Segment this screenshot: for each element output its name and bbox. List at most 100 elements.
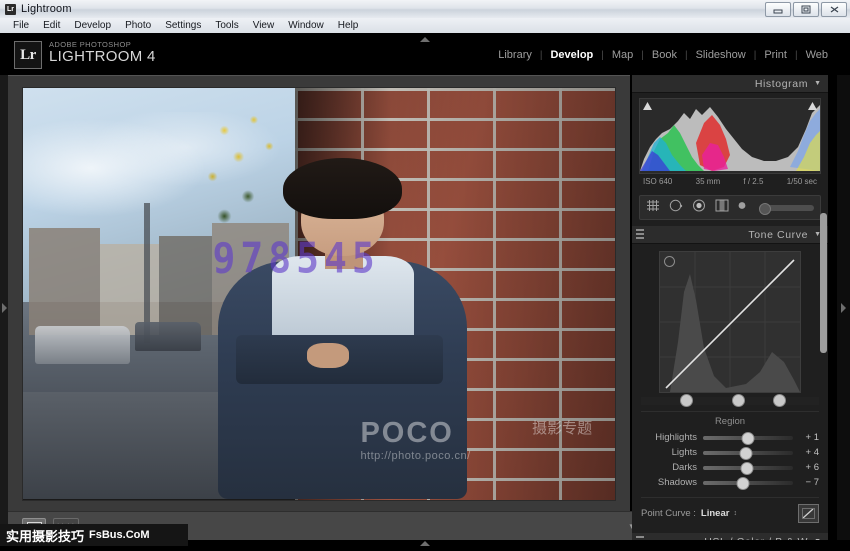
slider-label: Lights bbox=[641, 447, 703, 458]
top-bar: Lr ADOBE PHOTOSHOP LIGHTROOM 4 Library |… bbox=[0, 33, 850, 75]
range-splitter-highlights[interactable] bbox=[773, 394, 786, 407]
left-panel-collapse[interactable] bbox=[0, 75, 8, 540]
slider-track[interactable] bbox=[703, 466, 793, 470]
point-curve-dropdown-icon[interactable]: ↕ bbox=[733, 510, 737, 517]
point-curve-row: Point Curve : Linear ↕ bbox=[641, 497, 819, 523]
graduated-filter-icon[interactable] bbox=[715, 199, 729, 217]
poco-watermark-cn: 摄影专题 bbox=[532, 417, 592, 438]
fsbus-watermark: 实用摄影技巧 FsBus.CoM bbox=[0, 524, 188, 546]
slider-value: + 4 bbox=[793, 447, 819, 458]
histogram-graph[interactable] bbox=[639, 98, 821, 174]
hsl-panel-header[interactable]: HSL / Color / B & W ▼ bbox=[632, 533, 828, 540]
module-slideshow[interactable]: Slideshow bbox=[688, 49, 754, 61]
menu-help[interactable]: Help bbox=[331, 19, 366, 33]
identity-line2: LIGHTROOM 4 bbox=[49, 49, 156, 65]
maximize-icon bbox=[801, 5, 811, 14]
window-title: Lightroom bbox=[21, 3, 72, 15]
crop-overlay-icon[interactable] bbox=[646, 199, 660, 217]
menu-photo[interactable]: Photo bbox=[118, 19, 158, 33]
collapse-top-panel-arrow[interactable] bbox=[417, 35, 433, 43]
minimize-button[interactable] bbox=[765, 2, 791, 17]
tone-curve-panel-header[interactable]: Tone Curve ▼ bbox=[632, 226, 828, 244]
photo-car bbox=[35, 326, 130, 363]
range-splitter-midtones[interactable] bbox=[732, 394, 745, 407]
window-buttons bbox=[763, 2, 847, 17]
module-library[interactable]: Library bbox=[490, 49, 540, 61]
slider-shadows[interactable]: Shadows − 7 bbox=[641, 475, 819, 490]
menu-edit[interactable]: Edit bbox=[36, 19, 67, 33]
photo-building bbox=[29, 228, 100, 335]
slider-value: + 6 bbox=[793, 462, 819, 473]
module-print[interactable]: Print bbox=[756, 49, 795, 61]
brush-size-slider[interactable] bbox=[759, 205, 814, 211]
tone-curve-body: Region Highlights + 1 Lights + 4 Darks bbox=[632, 244, 828, 528]
spot-removal-icon[interactable] bbox=[669, 199, 683, 217]
close-button[interactable] bbox=[821, 2, 847, 17]
menu-develop[interactable]: Develop bbox=[67, 19, 118, 33]
chevron-down-icon[interactable]: ▼ bbox=[814, 80, 821, 87]
tone-curve-switch-icon[interactable] bbox=[636, 229, 644, 239]
chevron-up-icon bbox=[420, 541, 430, 546]
slider-track[interactable] bbox=[703, 481, 793, 485]
curve-edit-icon[interactable] bbox=[798, 504, 819, 523]
photo-preview[interactable]: 978545 POCO http://photo.poco.cn/ 摄影专题 bbox=[23, 88, 615, 500]
chevron-right-icon bbox=[841, 303, 846, 313]
shadow-clipping-indicator-icon[interactable] bbox=[642, 101, 653, 112]
menu-window[interactable]: Window bbox=[281, 19, 331, 33]
maximize-button[interactable] bbox=[793, 2, 819, 17]
slider-label: Highlights bbox=[641, 432, 703, 443]
metadata-shutter-speed: 1/50 sec bbox=[787, 177, 817, 186]
fsbus-watermark-cn: 实用摄影技巧 bbox=[6, 526, 84, 545]
slider-darks[interactable]: Darks + 6 bbox=[641, 460, 819, 475]
module-picker: Library | Develop | Map | Book | Slidesh… bbox=[490, 49, 836, 61]
right-panel-scrollbar[interactable] bbox=[820, 213, 827, 353]
minimize-icon bbox=[773, 5, 783, 14]
identity-plate[interactable]: Lr ADOBE PHOTOSHOP LIGHTROOM 4 bbox=[14, 41, 156, 69]
metadata-focal-length: 35 mm bbox=[696, 177, 720, 186]
point-curve-value[interactable]: Linear bbox=[701, 508, 730, 519]
menu-tools[interactable]: Tools bbox=[208, 19, 245, 33]
histogram-panel-header[interactable]: Histogram ▼ bbox=[632, 75, 828, 93]
os-titlebar: Lr Lightroom bbox=[0, 0, 850, 19]
poco-watermark-brand: POCO bbox=[360, 417, 453, 449]
metadata-iso: ISO 640 bbox=[643, 177, 672, 186]
close-icon bbox=[829, 5, 840, 14]
slider-value: + 1 bbox=[793, 432, 819, 443]
menu-file[interactable]: File bbox=[6, 19, 36, 33]
develop-tool-strip bbox=[639, 195, 821, 220]
module-web[interactable]: Web bbox=[798, 49, 836, 61]
highlight-clipping-indicator-icon[interactable] bbox=[807, 101, 818, 112]
slider-track[interactable] bbox=[703, 436, 793, 440]
slider-highlights[interactable]: Highlights + 1 bbox=[641, 430, 819, 445]
adjustment-brush-icon[interactable] bbox=[738, 199, 748, 217]
filmstrip-collapse-arrow[interactable] bbox=[420, 541, 430, 546]
tone-curve-range-splitters[interactable] bbox=[641, 397, 819, 405]
metadata-aperture: f / 2.5 bbox=[743, 177, 763, 186]
lightroom-app: Lr ADOBE PHOTOSHOP LIGHTROOM 4 Library |… bbox=[0, 33, 850, 551]
histogram-body: ISO 640 35 mm f / 2.5 1/50 sec bbox=[632, 93, 828, 190]
range-splitter-shadows[interactable] bbox=[680, 394, 693, 407]
poco-watermark: POCO http://photo.poco.cn/ bbox=[360, 417, 470, 462]
photo-subject-hair bbox=[283, 158, 401, 220]
slider-value: − 7 bbox=[793, 477, 819, 488]
lightroom-badge-icon: Lr bbox=[14, 41, 42, 69]
point-curve-label: Point Curve : bbox=[641, 508, 696, 519]
chevron-right-icon bbox=[2, 303, 7, 313]
tone-curve-plot bbox=[660, 252, 800, 392]
module-develop[interactable]: Develop bbox=[542, 49, 601, 61]
tone-curve-graph[interactable] bbox=[659, 251, 801, 393]
menu-settings[interactable]: Settings bbox=[158, 19, 208, 33]
right-panel-collapse[interactable] bbox=[837, 75, 850, 540]
photo-flowers bbox=[189, 104, 307, 236]
right-panel: Histogram ▼ bbox=[632, 75, 828, 540]
slider-track[interactable] bbox=[703, 451, 793, 455]
menu-view[interactable]: View bbox=[246, 19, 282, 33]
slider-label: Darks bbox=[641, 462, 703, 473]
module-book[interactable]: Book bbox=[644, 49, 685, 61]
slider-lights[interactable]: Lights + 4 bbox=[641, 445, 819, 460]
module-map[interactable]: Map bbox=[604, 49, 641, 61]
loupe-canvas[interactable]: 978545 POCO http://photo.poco.cn/ 摄影专题 bbox=[8, 76, 630, 511]
targeted-adjustment-icon[interactable] bbox=[664, 256, 675, 267]
red-eye-icon[interactable] bbox=[692, 199, 706, 217]
slider-label: Shadows bbox=[641, 477, 703, 488]
